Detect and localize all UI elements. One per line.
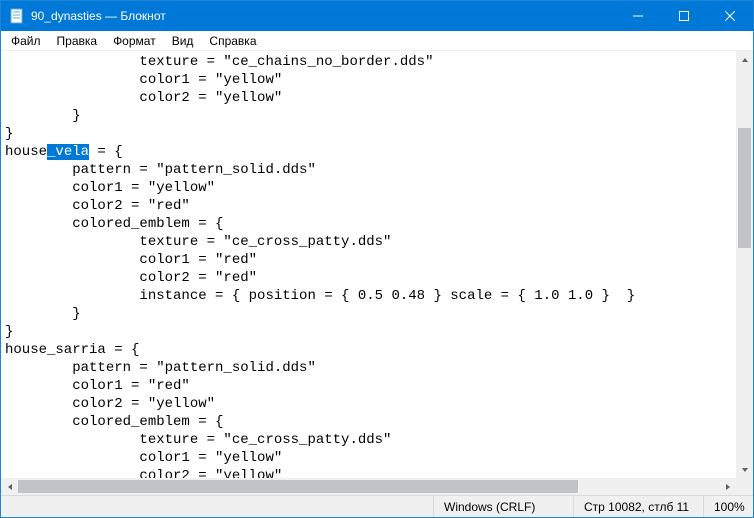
titlebar[interactable]: 90_dynasties — Блокнот xyxy=(1,1,753,31)
editor-content[interactable]: texture = "ce_chains_no_border.dds" colo… xyxy=(1,51,753,495)
menu-format[interactable]: Формат xyxy=(105,32,164,50)
status-spacer xyxy=(1,496,433,517)
text-editor[interactable]: texture = "ce_chains_no_border.dds" colo… xyxy=(1,51,753,495)
text-after-selection: = { pattern = "pattern_solid.dds" color1… xyxy=(5,144,635,495)
menu-edit[interactable]: Правка xyxy=(49,32,106,50)
horizontal-scrollbar[interactable] xyxy=(1,478,736,495)
maximize-button[interactable] xyxy=(661,1,707,31)
horizontal-scroll-track[interactable] xyxy=(18,478,719,495)
minimize-button[interactable] xyxy=(615,1,661,31)
scroll-left-button[interactable] xyxy=(1,478,18,495)
status-position: Стр 10082, стлб 11 xyxy=(573,496,703,517)
vertical-scroll-thumb[interactable] xyxy=(738,128,751,248)
statusbar: Windows (CRLF) Стр 10082, стлб 11 100% xyxy=(1,495,753,517)
window-title: 90_dynasties — Блокнот xyxy=(31,9,615,23)
menu-help[interactable]: Справка xyxy=(201,32,264,50)
scroll-up-button[interactable] xyxy=(736,51,753,68)
menubar: Файл Правка Формат Вид Справка xyxy=(1,31,753,51)
vertical-scrollbar[interactable] xyxy=(736,51,753,478)
scroll-down-button[interactable] xyxy=(736,461,753,478)
window-controls xyxy=(615,1,753,31)
selected-text: _vela xyxy=(47,144,89,160)
status-encoding: Windows (CRLF) xyxy=(433,496,573,517)
vertical-scroll-track[interactable] xyxy=(736,68,753,461)
close-button[interactable] xyxy=(707,1,753,31)
menu-file[interactable]: Файл xyxy=(3,32,49,50)
menu-view[interactable]: Вид xyxy=(164,32,202,50)
notepad-window: 90_dynasties — Блокнот Файл Правка Форма… xyxy=(0,0,754,518)
status-zoom: 100% xyxy=(703,496,753,517)
scrollbar-corner xyxy=(736,478,753,495)
scroll-right-button[interactable] xyxy=(719,478,736,495)
app-icon xyxy=(9,8,25,24)
horizontal-scroll-thumb[interactable] xyxy=(18,480,578,493)
